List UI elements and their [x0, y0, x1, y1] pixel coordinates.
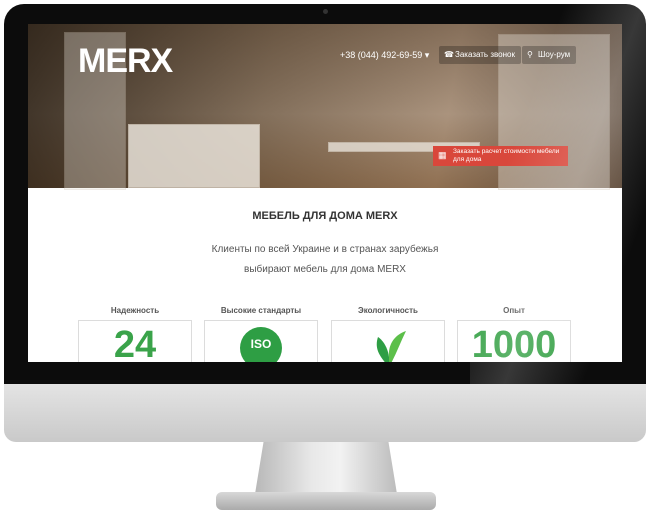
callback-label: Заказать звонок	[455, 50, 515, 59]
feature-label-standards: Высокие стандарты	[220, 306, 302, 315]
calculate-cost-button[interactable]: ▦ Заказать расчет стоимости мебели для д…	[433, 146, 568, 166]
showroom-button[interactable]: ⚲ Шоу-рум	[522, 46, 577, 64]
subtitle-line-1: Клиенты по всей Украине и в странах зару…	[211, 244, 439, 255]
feature-card-ecology	[331, 320, 445, 362]
subtitle-line-2: выбирают мебель для дома MERX	[244, 264, 406, 275]
monitor-chin	[4, 384, 646, 442]
reliability-number: 24	[113, 324, 157, 362]
page-title: МЕБЕЛЬ ДЛЯ ДОМА MERX	[252, 210, 398, 222]
merx-logo[interactable]: MERX	[78, 42, 173, 81]
monitor-stand	[255, 442, 397, 494]
feature-card-experience: 1000	[457, 320, 571, 362]
page-subtitle: Клиенты по всей Украине и в странах зару…	[198, 240, 452, 280]
callback-button[interactable]: ☎ Заказать звонок	[439, 46, 521, 64]
feature-card-standards: ISO	[204, 320, 318, 362]
feature-label-experience: Опыт	[503, 306, 525, 315]
feature-label-ecology: Экологичность	[358, 306, 418, 315]
camera-icon	[323, 9, 328, 14]
feature-card-reliability: 24	[78, 320, 192, 362]
feature-label-reliability: Надежность	[110, 306, 160, 315]
phone-number[interactable]: +38 (044) 492-69-59 ▾	[340, 50, 429, 61]
leaf-icon	[376, 331, 406, 362]
iso-badge-icon: ISO	[240, 327, 282, 362]
experience-number: 1000	[471, 324, 557, 362]
iso-text: ISO	[250, 337, 272, 351]
location-pin-icon: ⚲	[527, 50, 533, 59]
showroom-label: Шоу-рум	[538, 50, 571, 59]
phone-icon: ☎	[444, 50, 454, 59]
website-screen: MERX +38 (044) 492-69-59 ▾ ☎ Заказать зв…	[28, 24, 622, 362]
hero-banner: MERX +38 (044) 492-69-59 ▾ ☎ Заказать зв…	[28, 24, 622, 190]
calculator-icon: ▦	[438, 150, 447, 160]
cta-label: Заказать расчет стоимости мебели для дом…	[453, 148, 560, 163]
sideboard-image	[128, 124, 260, 188]
monitor-base	[216, 492, 436, 510]
